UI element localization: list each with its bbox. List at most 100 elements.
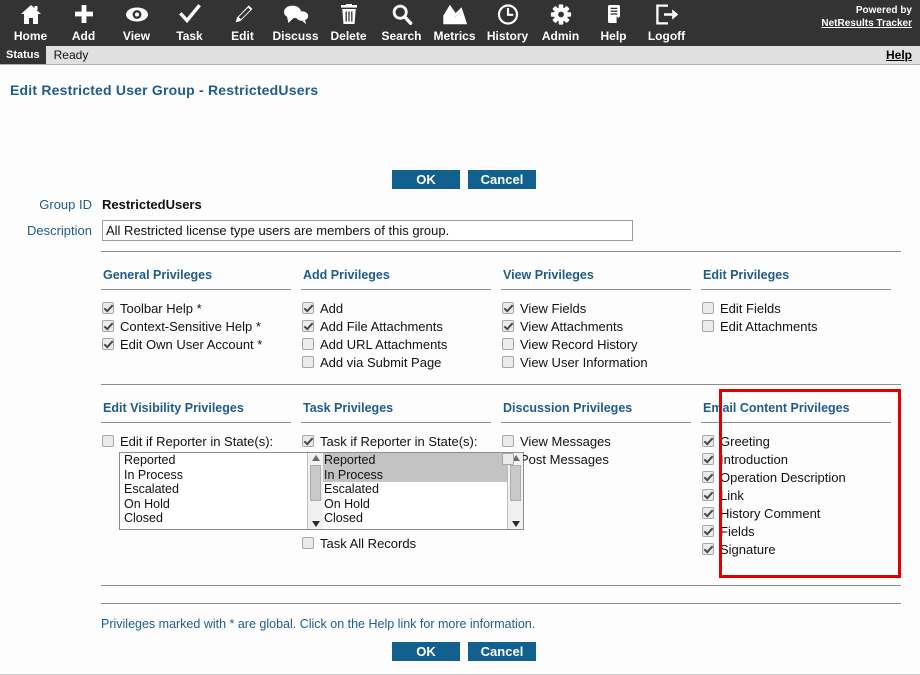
checkbox-task-all-records[interactable] (302, 537, 314, 549)
description-row: Description (14, 220, 633, 241)
netresults-tracker-link[interactable]: NetResults Tracker (821, 18, 912, 29)
checkbox-operation-description[interactable] (702, 471, 714, 483)
privilege-item: Add URL Attachments (301, 337, 491, 352)
toolbar-item-history[interactable]: History (481, 0, 534, 46)
privilege-column-body: Task if Reporter in State(s): Reported In … (301, 423, 524, 551)
checkbox-view-record-history[interactable] (502, 338, 514, 350)
checkbox-add-via-submit-page[interactable] (302, 356, 314, 368)
listbox-option-in-process[interactable]: In Process (320, 467, 507, 482)
cancel-button-bottom[interactable]: Cancel (468, 642, 536, 661)
privilege-column-edit-privileges: Edit Privileges Edit Fields Edit Attachmen… (701, 260, 901, 373)
toolbar-item-label: Metrics (433, 29, 476, 43)
toolbar-item-admin[interactable]: Admin (534, 0, 587, 46)
description-label: Description (26, 223, 92, 238)
listbox-option-reported[interactable]: Reported (120, 453, 307, 468)
pencil-icon (232, 3, 254, 26)
checkbox-post-messages[interactable] (502, 453, 514, 465)
top-button-row: OK Cancel (392, 170, 536, 189)
checkbox-history-comment[interactable] (702, 507, 714, 519)
toolbar-item-edit[interactable]: Edit (216, 0, 269, 46)
state-listbox-edit-visibility-privileges[interactable]: Reported In Process Escalated On Hold Closed (119, 452, 324, 530)
privilege-column-title: Edit Privileges (701, 260, 891, 290)
listbox-scrollbar[interactable] (307, 453, 323, 529)
privilege-column-email-content-privileges: Email Content Privileges Greeting Introduc… (701, 393, 901, 560)
privilege-item: Link (701, 488, 891, 503)
toolbar-item-delete[interactable]: Delete (322, 0, 375, 46)
checkbox-view-user-information[interactable] (502, 356, 514, 368)
privilege-label: Context-Sensitive Help * (120, 319, 261, 334)
checkbox-add-url-attachments[interactable] (302, 338, 314, 350)
help-link[interactable]: Help (878, 46, 920, 64)
ok-button-bottom[interactable]: OK (392, 642, 460, 661)
listbox-option-escalated[interactable]: Escalated (320, 482, 507, 497)
page-title: Edit Restricted User Group - RestrictedU… (10, 82, 319, 98)
privilege-label: Link (720, 488, 744, 503)
toolbar-item-view[interactable]: View (110, 0, 163, 46)
checkbox-add-file-attachments[interactable] (302, 320, 314, 332)
toolbar-item-task[interactable]: Task (163, 0, 216, 46)
checkbox-fields[interactable] (702, 525, 714, 537)
privilege-item: Signature (701, 542, 891, 557)
listbox-option-closed[interactable]: Closed (120, 511, 307, 526)
checkbox-link[interactable] (702, 489, 714, 501)
privilege-label: Greeting (720, 434, 770, 449)
gear-icon (550, 3, 572, 26)
privilege-label: Task All Records (320, 536, 417, 551)
checkbox-greeting[interactable] (702, 435, 714, 447)
checkbox-toolbar-help[interactable] (102, 302, 114, 314)
privilege-item: Edit if Reporter in State(s): (101, 434, 291, 449)
checkbox-edit-own-user-account[interactable] (102, 338, 114, 350)
privilege-item: Add File Attachments (301, 319, 491, 334)
privilege-column-title: Add Privileges (301, 260, 491, 290)
scrollbar-thumb[interactable] (510, 465, 521, 501)
checkbox-edit-fields[interactable] (702, 302, 714, 314)
listbox-option-closed[interactable]: Closed (320, 511, 507, 526)
checkbox-add[interactable] (302, 302, 314, 314)
toolbar-item-add[interactable]: Add (57, 0, 110, 46)
checkbox-signature[interactable] (702, 543, 714, 555)
toolbar-item-search[interactable]: Search (375, 0, 428, 46)
checkbox-introduction[interactable] (702, 453, 714, 465)
checkbox-task-if-reporter-in-state-s[interactable] (302, 435, 314, 447)
checkbox-view-fields[interactable] (502, 302, 514, 314)
scroll-down-arrow-icon[interactable] (511, 521, 520, 527)
book-icon (603, 3, 625, 26)
checkbox-context-sensitive-help[interactable] (102, 320, 114, 332)
state-listbox-task-privileges[interactable]: Reported In Process Escalated On Hold Closed (319, 452, 524, 530)
cancel-button-top[interactable]: Cancel (468, 170, 536, 189)
privilege-label: Edit Attachments (720, 319, 818, 334)
ok-button-top[interactable]: OK (392, 170, 460, 189)
listbox-option-in-process[interactable]: In Process (120, 468, 307, 483)
privilege-item: View Messages (501, 434, 691, 449)
listbox-option-on-hold[interactable]: On Hold (120, 497, 307, 512)
toolbar-item-metrics[interactable]: Metrics (428, 0, 481, 46)
privilege-label: History Comment (720, 506, 821, 521)
checkbox-view-messages[interactable] (502, 435, 514, 447)
eye-icon (125, 3, 149, 26)
privilege-item: Add (301, 301, 491, 316)
privilege-column-title: Email Content Privileges (701, 393, 891, 423)
listbox-option-escalated[interactable]: Escalated (120, 482, 307, 497)
scroll-down-arrow-icon[interactable] (311, 521, 320, 527)
checkbox-edit-attachments[interactable] (702, 320, 714, 332)
checkbox-edit-if-reporter-in-state-s[interactable] (102, 435, 114, 447)
toolbar-item-logoff[interactable]: Logoff (640, 0, 693, 46)
privilege-label: Edit if Reporter in State(s): (120, 434, 274, 449)
privileges-row-2: Edit Visibility Privileges Edit if Report… (101, 393, 901, 560)
scroll-up-arrow-icon[interactable] (311, 455, 320, 461)
description-input[interactable] (102, 220, 633, 241)
toolbar-item-home[interactable]: Home (4, 0, 57, 46)
scrollbar-thumb[interactable] (310, 465, 321, 501)
listbox-options: Reported In Process Escalated On Hold Closed (120, 453, 307, 529)
listbox-option-reported[interactable]: Reported (320, 453, 507, 468)
checkbox-view-attachments[interactable] (502, 320, 514, 332)
privilege-item: View Fields (501, 301, 691, 316)
privilege-column-title: Edit Visibility Privileges (101, 393, 291, 423)
toolbar-item-label: History (486, 29, 529, 43)
privilege-item: View User Information (501, 355, 691, 370)
listbox-option-on-hold[interactable]: On Hold (320, 497, 507, 512)
toolbar-item-discuss[interactable]: Discuss (269, 0, 322, 46)
toolbar-item-help[interactable]: Help (587, 0, 640, 46)
clock-icon (497, 3, 519, 26)
privilege-item: Fields (701, 524, 891, 539)
